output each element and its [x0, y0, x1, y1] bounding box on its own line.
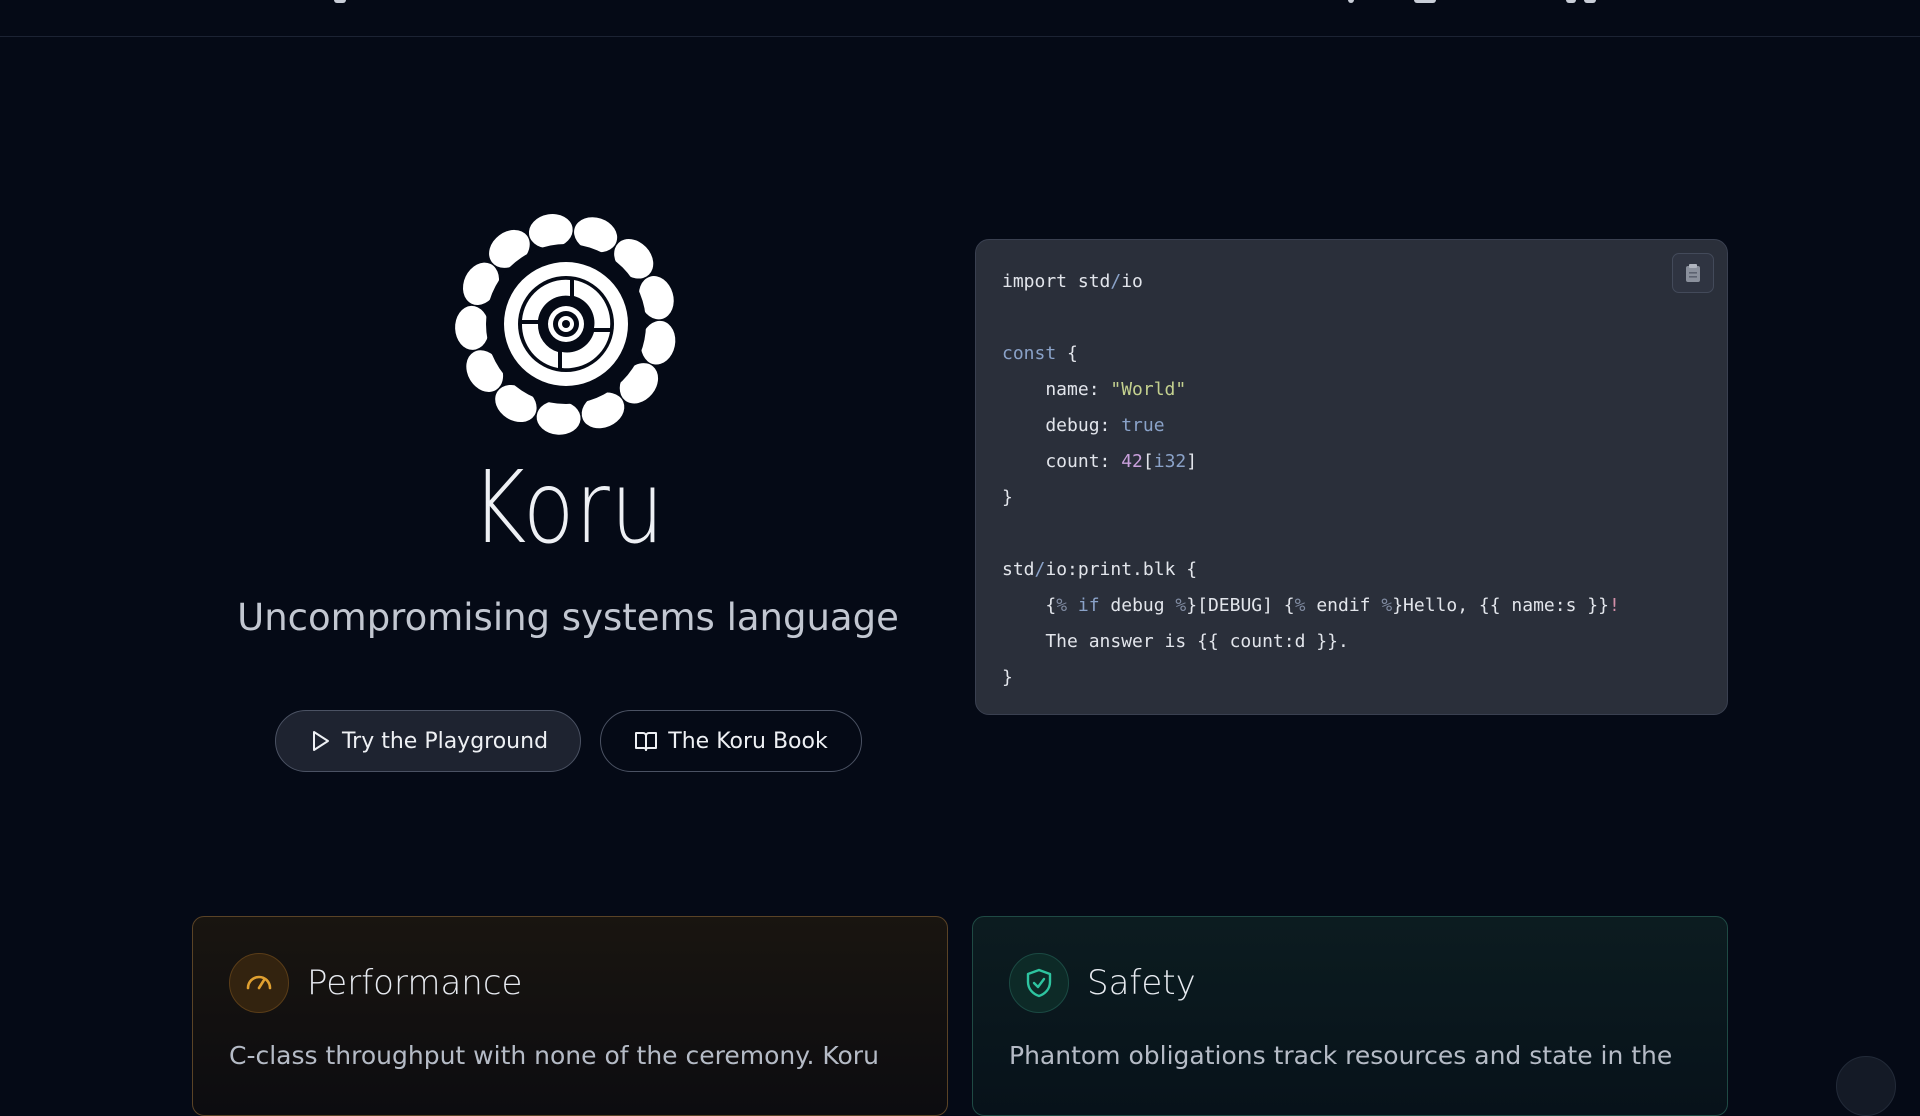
nav-item-fragment[interactable] [1348, 0, 1354, 3]
code-line: } [1002, 667, 1013, 688]
logo-petal [536, 400, 581, 435]
feature-card-performance: Performance C-class throughput with none… [192, 916, 948, 1116]
koru-book-label: The Koru Book [668, 728, 828, 754]
code-line: count: 42[i32] [1002, 451, 1198, 472]
feature-title: Performance [307, 963, 523, 1003]
nav-item-fragment[interactable] [1584, 0, 1596, 3]
feature-title: Safety [1087, 963, 1196, 1003]
feature-card-safety: Safety Phantom obligations track resourc… [972, 916, 1728, 1116]
nav-item-fragment[interactable] [1566, 0, 1576, 3]
code-line: std/io:print.blk { [1002, 559, 1198, 580]
book-open-icon [635, 732, 658, 751]
code-line: debug: true [1002, 415, 1165, 436]
koru-logo [455, 214, 676, 435]
code-line: const { [1002, 343, 1078, 364]
try-playground-label: Try the Playground [341, 728, 549, 754]
logo-petal [455, 305, 490, 350]
code-block: import std/io const { name: "World" debu… [1002, 264, 1701, 696]
try-playground-button[interactable]: Try the Playground [275, 710, 581, 772]
gauge-icon [229, 953, 289, 1013]
nav-item-fragment[interactable] [334, 0, 346, 3]
copy-code-button[interactable] [1672, 253, 1714, 293]
code-line: The answer is {{ count:d }}. [1002, 631, 1349, 652]
play-icon [312, 731, 329, 751]
tagline: Uncompromising systems language [237, 596, 899, 639]
feature-description: C-class throughput with none of the cere… [229, 1041, 879, 1070]
clipboard-icon [1686, 264, 1700, 282]
floating-action-button[interactable] [1836, 1056, 1896, 1116]
code-line: } [1002, 487, 1013, 508]
brand-name: Koru [471, 449, 665, 566]
feature-description: Phantom obligations track resources and … [1009, 1041, 1673, 1070]
shield-check-icon [1009, 953, 1069, 1013]
code-line: import std/io [1002, 271, 1143, 292]
nav-item-fragment[interactable] [1414, 0, 1436, 3]
code-sample-card: import std/io const { name: "World" debu… [975, 239, 1728, 715]
top-navigation-bar [0, 0, 1920, 37]
code-line: name: "World" [1002, 379, 1187, 400]
code-line: {% if debug %}[DEBUG] {% endif %}Hello, … [1002, 595, 1620, 616]
koru-book-button[interactable]: The Koru Book [600, 710, 862, 772]
